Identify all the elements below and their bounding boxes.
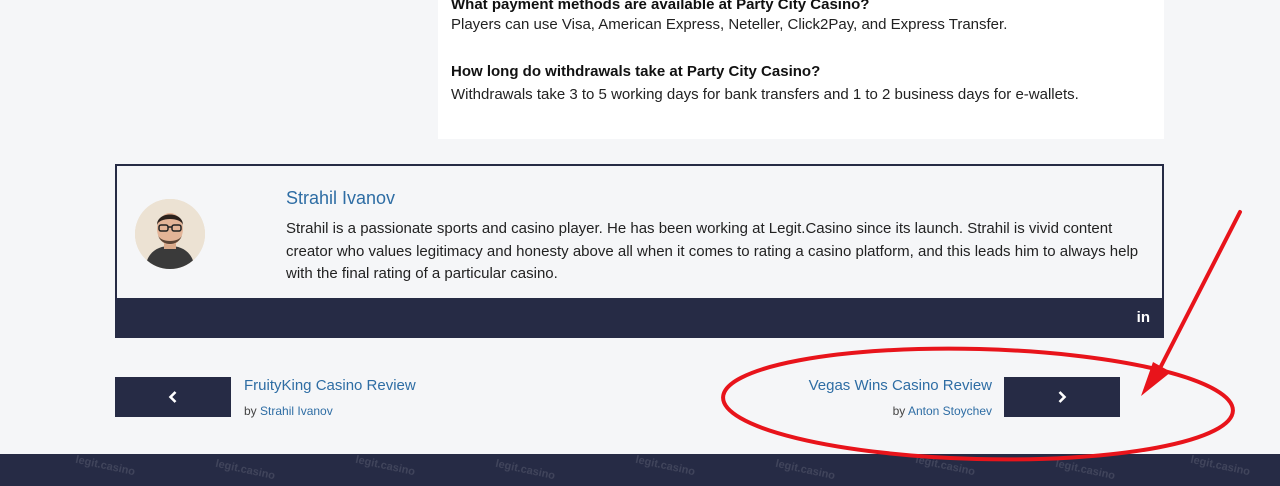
next-post-byline: by Anton Stoychev (893, 404, 992, 418)
footer-band: legit.casino legit.casino legit.casino l… (0, 454, 1280, 486)
footer-watermark: legit.casino (914, 454, 977, 479)
next-post-author-link[interactable]: Anton Stoychev (908, 404, 992, 418)
prev-post-byline: by Strahil Ivanov (244, 404, 333, 418)
faq-item: What payment methods are available at Pa… (451, 0, 1007, 35)
prev-post-title[interactable]: FruityKing Casino Review (244, 377, 416, 394)
faq-answer: Withdrawals take 3 to 5 working days for… (451, 86, 1079, 103)
next-post-button[interactable] (1004, 377, 1120, 417)
next-post-title[interactable]: Vegas Wins Casino Review (809, 377, 992, 394)
annotation-arrow-shaft (1154, 210, 1242, 378)
footer-watermark: legit.casino (494, 457, 557, 483)
prev-post-author-link[interactable]: Strahil Ivanov (260, 404, 333, 418)
faq-card: What payment methods are available at Pa… (438, 0, 1164, 139)
annotation-arrow-head (1141, 362, 1171, 396)
footer-watermark: legit.casino (1189, 454, 1252, 479)
byline-prefix: by (892, 404, 906, 418)
footer-watermark: legit.casino (1054, 457, 1117, 483)
linkedin-icon[interactable]: in (1137, 309, 1150, 326)
faq-item: How long do withdrawals take at Party Ci… (451, 62, 1079, 105)
footer-watermark: legit.casino (634, 454, 697, 479)
footer-watermark: legit.casino (354, 454, 417, 479)
footer-watermark: legit.casino (214, 457, 277, 483)
author-avatar (135, 199, 205, 269)
author-social-bar: in (117, 298, 1162, 336)
author-bio: Strahil is a passionate sports and casin… (286, 220, 1139, 282)
footer-watermark: legit.casino (774, 457, 837, 483)
faq-answer: Players can use Visa, American Express, … (451, 16, 1008, 33)
chevron-left-icon (168, 391, 177, 403)
author-name[interactable]: Strahil Ivanov (286, 188, 395, 209)
prev-post-button[interactable] (115, 377, 231, 417)
byline-prefix: by (244, 404, 257, 418)
faq-question: How long do withdrawals take at Party Ci… (451, 63, 821, 80)
author-box: Strahil Ivanov Strahil is a passionate s… (115, 164, 1164, 338)
chevron-right-icon (1058, 391, 1067, 403)
faq-question: What payment methods are available at Pa… (451, 0, 870, 13)
footer-watermark: legit.casino (74, 454, 137, 479)
